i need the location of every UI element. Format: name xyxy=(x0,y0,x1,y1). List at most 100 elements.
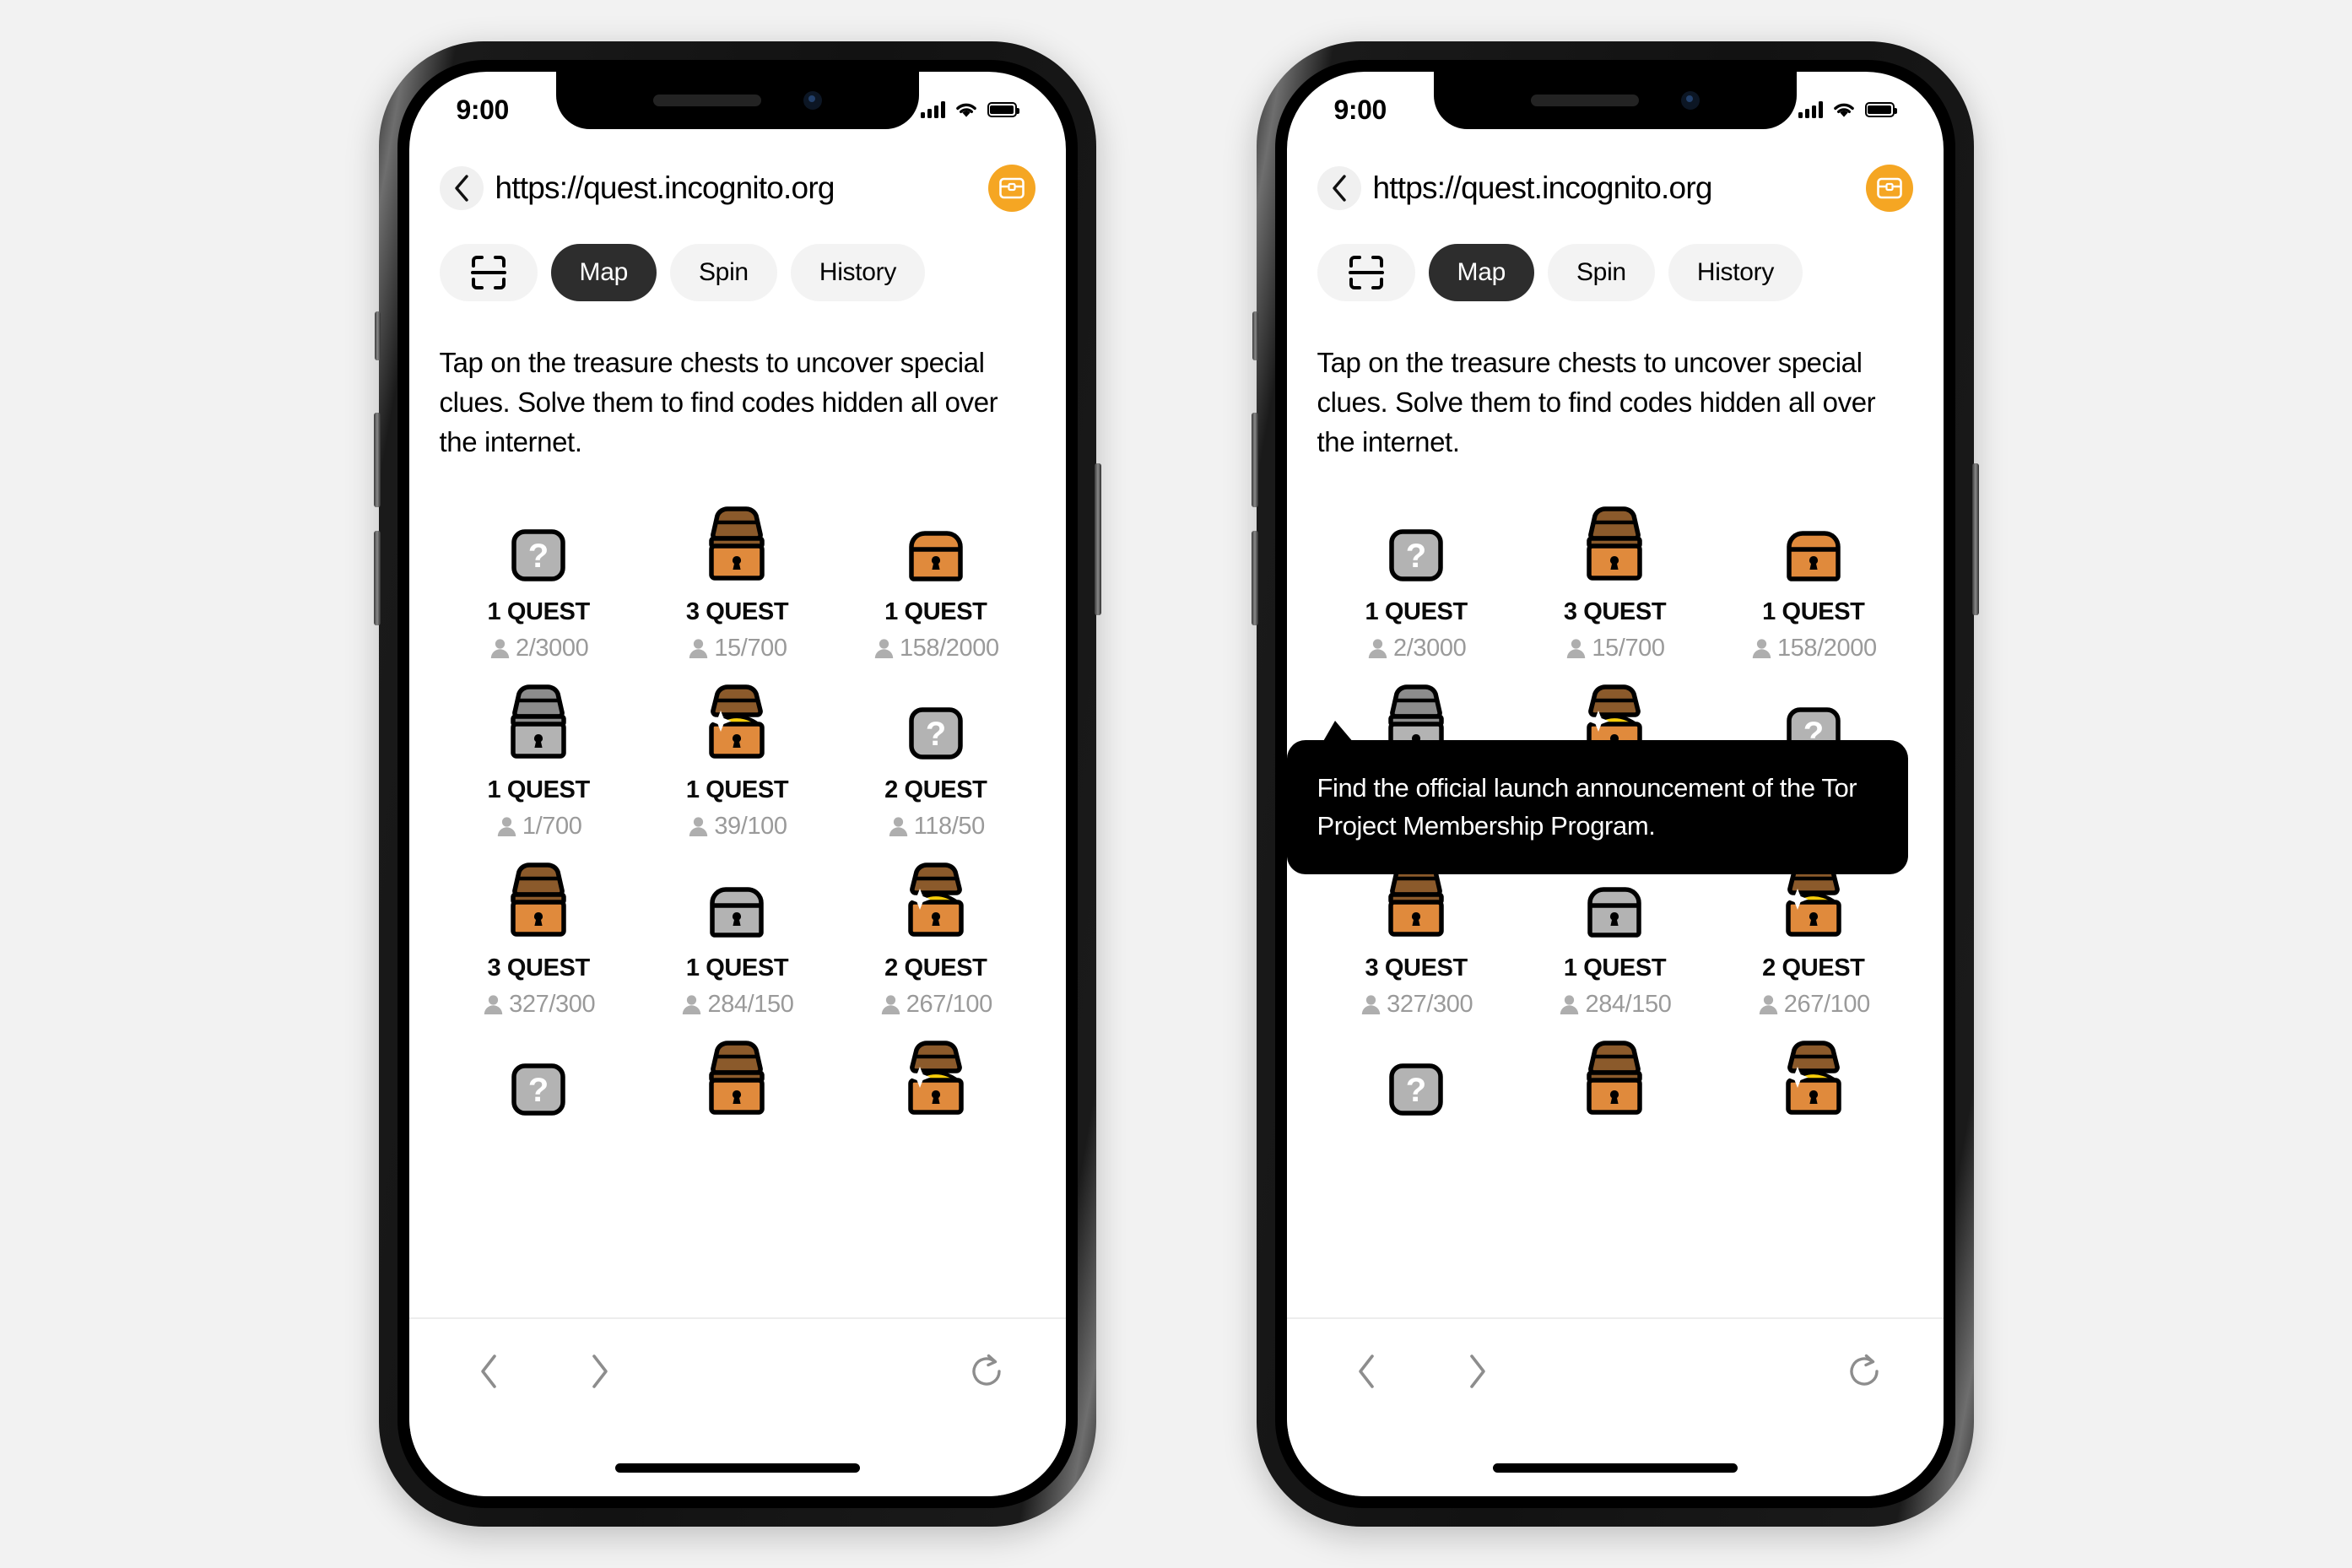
chest-image[interactable]: ? xyxy=(504,1032,573,1121)
svg-text:?: ? xyxy=(926,716,946,753)
chest-image[interactable] xyxy=(901,1032,971,1121)
participants-value: 158/2000 xyxy=(1776,634,1877,662)
chevron-left-icon xyxy=(454,175,468,202)
power-button[interactable] xyxy=(1094,463,1101,615)
tab-history[interactable]: History xyxy=(790,244,926,301)
power-button[interactable] xyxy=(1971,463,1979,615)
chest-image[interactable] xyxy=(1580,498,1649,587)
chest-image[interactable] xyxy=(702,676,771,765)
chest-cell[interactable]: 3 QUEST 15/700 xyxy=(638,498,836,662)
chest-cell[interactable]: 1 QUEST 158/2000 xyxy=(836,498,1035,662)
treasure-chest-fab-button[interactable] xyxy=(1865,165,1913,212)
screenshot-stage: 9:00 https://quest.incognito.org Map Spi… xyxy=(0,0,2352,1568)
tab-scan[interactable] xyxy=(439,244,538,301)
chest-image[interactable]: ? xyxy=(504,498,573,587)
chest-image[interactable]: ? xyxy=(1381,498,1451,587)
chest-cell[interactable]: 1 QUEST 39/100 xyxy=(638,676,836,841)
participants-value: 327/300 xyxy=(509,990,596,1018)
chest-cell[interactable]: ? 2 QUEST 118/50 xyxy=(836,676,1035,841)
chevron-left-icon xyxy=(1332,175,1346,202)
nav-forward-button[interactable] xyxy=(1451,1344,1505,1398)
scan-qr-icon xyxy=(470,256,506,289)
gold-chest-icon xyxy=(908,862,964,937)
chest-cell[interactable]: 2 QUEST 267/100 xyxy=(1714,854,1912,1019)
participants-row: 1/700 xyxy=(495,813,582,841)
chest-image[interactable] xyxy=(702,498,771,587)
chest-image[interactable]: ? xyxy=(901,676,971,765)
treasure-chest-fab-button[interactable] xyxy=(987,165,1035,212)
wifi-icon xyxy=(1833,103,1854,117)
participants-value: 284/150 xyxy=(1585,990,1672,1018)
person-icon xyxy=(497,816,516,836)
chest-image[interactable] xyxy=(1779,498,1848,587)
mute-switch[interactable] xyxy=(1252,311,1258,360)
chest-cell[interactable]: 3 QUEST 327/300 xyxy=(440,854,638,1019)
svg-text:?: ? xyxy=(528,538,549,575)
chest-cell[interactable]: 1 QUEST 284/150 xyxy=(1516,854,1714,1019)
chest-cell[interactable]: 2 QUEST 267/100 xyxy=(836,854,1035,1019)
tab-map[interactable]: Map xyxy=(1428,244,1534,301)
volume-down-button[interactable] xyxy=(1251,531,1258,625)
tab-spin[interactable]: Spin xyxy=(1547,244,1655,301)
person-icon xyxy=(490,638,510,658)
nav-reload-button[interactable] xyxy=(960,1344,1014,1398)
browser-back-button[interactable] xyxy=(439,166,484,210)
volume-up-button[interactable] xyxy=(1251,413,1258,507)
participants-value: 158/2000 xyxy=(899,634,999,662)
tab-scan[interactable] xyxy=(1317,244,1415,301)
participants-value: 39/100 xyxy=(714,812,787,840)
chest-cell[interactable]: 3 QUEST 327/300 xyxy=(1317,854,1516,1019)
browser-back-button[interactable] xyxy=(1317,166,1361,210)
quest-count-label: 3 QUEST xyxy=(487,954,591,981)
chest-image[interactable] xyxy=(1580,1032,1649,1121)
chest-cell[interactable]: ? 1 QUEST 2/3000 xyxy=(440,498,638,662)
chest-cell[interactable] xyxy=(836,1032,1035,1141)
quest-count-label: 1 QUEST xyxy=(685,776,789,803)
chest-cell[interactable]: 1 QUEST 158/2000 xyxy=(1714,498,1912,662)
chest-cell[interactable]: ? xyxy=(1317,1032,1516,1141)
chest-image[interactable] xyxy=(702,854,771,943)
home-indicator[interactable] xyxy=(614,1463,860,1473)
home-indicator[interactable] xyxy=(1492,1463,1738,1473)
chest-cell[interactable]: 1 QUEST 284/150 xyxy=(638,854,836,1019)
intro-text: Tap on the treasure chests to uncover sp… xyxy=(439,347,998,457)
url-text[interactable]: https://quest.incognito.org xyxy=(1373,170,1854,206)
chest-cell[interactable] xyxy=(1516,1032,1714,1141)
bottom-nav-icons xyxy=(1287,1319,1944,1398)
chevron-left-icon xyxy=(480,1354,496,1388)
chest-cell[interactable] xyxy=(1714,1032,1912,1141)
tab-spin[interactable]: Spin xyxy=(669,244,777,301)
chest-image[interactable]: ? xyxy=(1381,1032,1451,1121)
tab-history[interactable]: History xyxy=(1668,244,1803,301)
chest-image[interactable] xyxy=(901,498,971,587)
chest-cell[interactable]: ? xyxy=(440,1032,638,1141)
chest-cell[interactable]: 1 QUEST 1/700 xyxy=(440,676,638,841)
volume-up-button[interactable] xyxy=(373,413,381,507)
cellular-bars-icon xyxy=(1798,101,1823,118)
nav-forward-button[interactable] xyxy=(573,1344,627,1398)
nav-back-button[interactable] xyxy=(1339,1344,1393,1398)
chest-image[interactable] xyxy=(1779,1032,1848,1121)
participants-row: 267/100 xyxy=(1757,991,1870,1019)
quest-count-label: 2 QUEST xyxy=(1762,954,1865,981)
chest-cell[interactable]: 3 QUEST 15/700 xyxy=(1516,498,1714,662)
tab-map[interactable]: Map xyxy=(550,244,657,301)
nav-back-button[interactable] xyxy=(462,1344,516,1398)
quest-count-label: 3 QUEST xyxy=(1563,597,1667,625)
chest-image[interactable] xyxy=(504,854,573,943)
nav-reload-button[interactable] xyxy=(1837,1344,1891,1398)
quest-count-label: 1 QUEST xyxy=(1762,597,1865,625)
chest-image[interactable] xyxy=(901,854,971,943)
intro-text: Tap on the treasure chests to uncover sp… xyxy=(1317,347,1876,457)
mute-switch[interactable] xyxy=(374,311,381,360)
quest-count-label: 3 QUEST xyxy=(685,597,789,625)
chest-cell[interactable]: ? 1 QUEST 2/3000 xyxy=(1317,498,1516,662)
chest-image[interactable] xyxy=(504,676,573,765)
chest-cell[interactable] xyxy=(638,1032,836,1141)
participants-value: 284/150 xyxy=(707,990,794,1018)
volume-down-button[interactable] xyxy=(373,531,381,625)
person-icon xyxy=(889,816,907,836)
url-text[interactable]: https://quest.incognito.org xyxy=(495,170,976,206)
chest-image[interactable] xyxy=(702,1032,771,1121)
treasure-chest-icon xyxy=(998,177,1025,199)
